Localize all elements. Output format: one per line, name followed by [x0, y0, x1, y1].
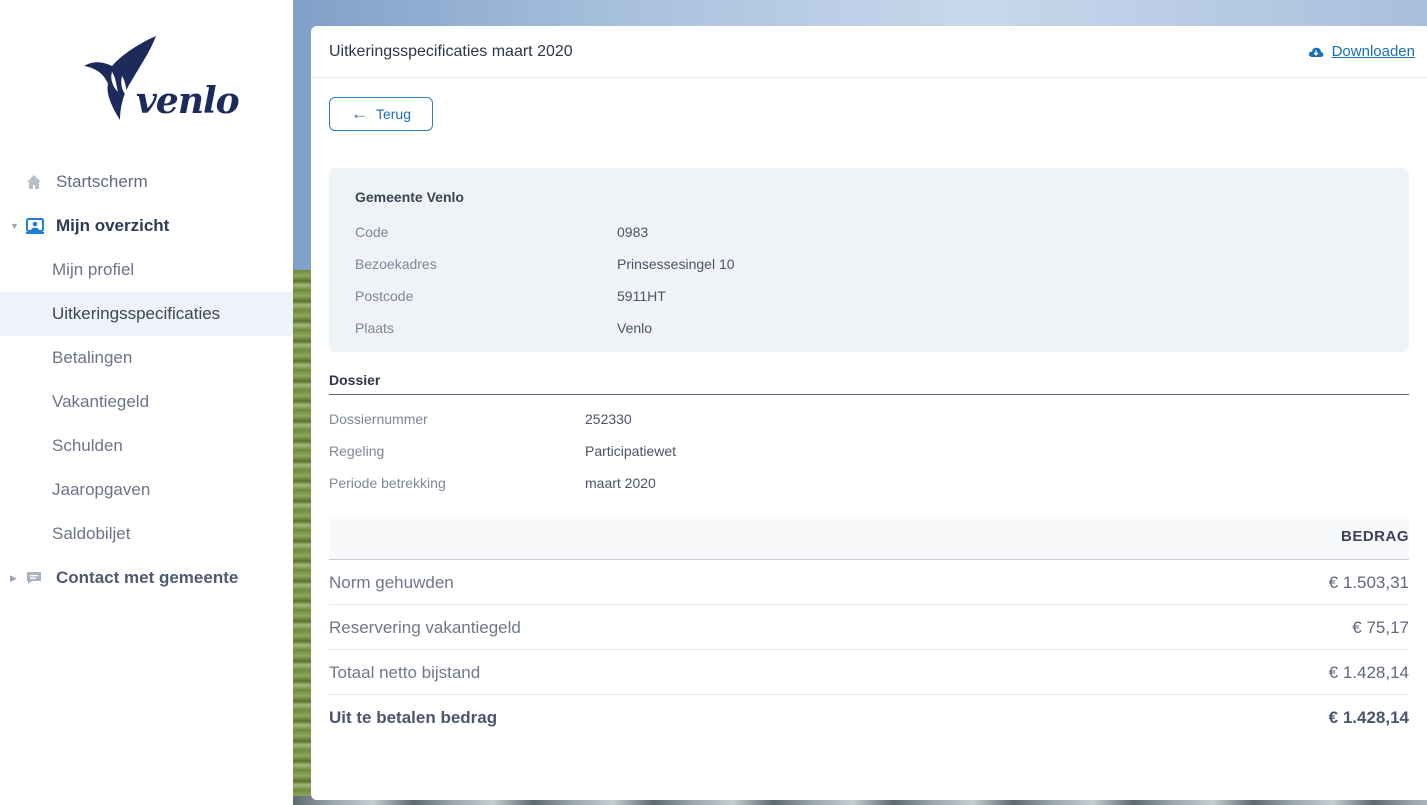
- sidebar-item-label: Contact met gemeente: [56, 568, 239, 587]
- divider: [329, 394, 1409, 395]
- info-label: Bezoekadres: [355, 256, 437, 272]
- card-header: Uitkeringsspecificaties maart 2020 Downl…: [311, 26, 1427, 78]
- cloud-download-icon: [1308, 46, 1324, 58]
- sidebar-item-contact-met-gemeente[interactable]: ▶ Contact met gemeente: [0, 556, 293, 600]
- gemeente-heading: Gemeente Venlo: [355, 189, 464, 205]
- dossier-label: Regeling: [329, 443, 385, 459]
- sidebar-item-label: Startscherm: [56, 172, 148, 191]
- arrow-left-icon: ←: [350, 104, 368, 123]
- sidebar-item-startscherm[interactable]: Startscherm: [0, 160, 293, 204]
- amount-total-row: Uit te betalen bedrag € 1.428,14: [329, 695, 1409, 740]
- sidebar-nav: Startscherm ▼ Mijn overzicht Mijn profie…: [0, 160, 293, 600]
- sidebar-item-betalingen[interactable]: Betalingen: [0, 336, 293, 380]
- info-value: 5911HT: [617, 288, 666, 304]
- info-value: 0983: [617, 224, 649, 240]
- info-label: Plaats: [355, 320, 394, 336]
- amount-label: Norm gehuwden: [329, 573, 454, 592]
- info-value: Prinsessesingel 10: [617, 256, 735, 272]
- gemeente-info: Gemeente Venlo Code 0983 Bezoekadres Pri…: [329, 168, 1409, 352]
- info-label: Postcode: [355, 288, 414, 304]
- sidebar-item-mijn-profiel[interactable]: Mijn profiel: [0, 248, 293, 292]
- download-label: Downloaden: [1331, 43, 1415, 60]
- back-label: Terug: [375, 106, 412, 122]
- sidebar-item-schulden[interactable]: Schulden: [0, 424, 293, 468]
- sidebar-item-label: Mijn overzicht: [56, 216, 170, 235]
- back-button[interactable]: ← Terug: [329, 97, 433, 131]
- user-card-icon: [26, 218, 56, 234]
- sidebar: venlo Startscherm ▼ Mijn overzicht Mijn …: [0, 0, 293, 805]
- amount-label: Totaal netto bijstand: [329, 663, 481, 682]
- amount-value: € 1.428,14: [1328, 663, 1409, 682]
- info-label: Code: [355, 224, 389, 240]
- amount-value: € 75,17: [1352, 618, 1409, 637]
- chevron-right-icon: ▶: [10, 572, 17, 583]
- sidebar-item-saldobiljet[interactable]: Saldobiljet: [0, 512, 293, 556]
- amount-row: Norm gehuwden € 1.503,31: [329, 560, 1409, 605]
- amount-label: Reservering vakantiegeld: [329, 618, 521, 637]
- dossier-value: 252330: [585, 411, 632, 427]
- dossier-value: Participatiewet: [585, 443, 677, 459]
- bedrag-column-header: BEDRAG: [1340, 528, 1409, 545]
- total-label: Uit te betalen bedrag: [329, 708, 498, 727]
- dossier-heading: Dossier: [329, 372, 381, 388]
- dossier-label: Periode betrekking: [329, 475, 446, 491]
- sidebar-item-vakantiegeld[interactable]: Vakantiegeld: [0, 380, 293, 424]
- page-title: Uitkeringsspecificaties maart 2020: [329, 42, 573, 60]
- amounts-header: BEDRAG: [329, 516, 1409, 560]
- dossier-value: maart 2020: [585, 475, 656, 491]
- download-link[interactable]: Downloaden: [1308, 43, 1415, 60]
- chat-icon: [26, 570, 56, 586]
- total-value: € 1.428,14: [1328, 708, 1409, 727]
- logo-text: venlo: [136, 80, 240, 122]
- home-icon: [26, 174, 56, 190]
- chevron-down-icon: ▼: [10, 221, 19, 231]
- dossier-label: Dossiernummer: [329, 411, 428, 427]
- amount-value: € 1.503,31: [1328, 573, 1409, 592]
- amount-row: Reservering vakantiegeld € 75,17: [329, 605, 1409, 650]
- sidebar-item-jaaropgaven[interactable]: Jaaropgaven: [0, 468, 293, 512]
- sidebar-item-uitkeringsspecificaties[interactable]: Uitkeringsspecificaties: [0, 292, 293, 336]
- venlo-logo[interactable]: venlo: [82, 32, 240, 127]
- sidebar-item-mijn-overzicht[interactable]: ▼ Mijn overzicht: [0, 204, 293, 248]
- info-value: Venlo: [617, 320, 653, 336]
- specification-card: Uitkeringsspecificaties maart 2020 Downl…: [311, 26, 1427, 800]
- amount-row: Totaal netto bijstand € 1.428,14: [329, 650, 1409, 695]
